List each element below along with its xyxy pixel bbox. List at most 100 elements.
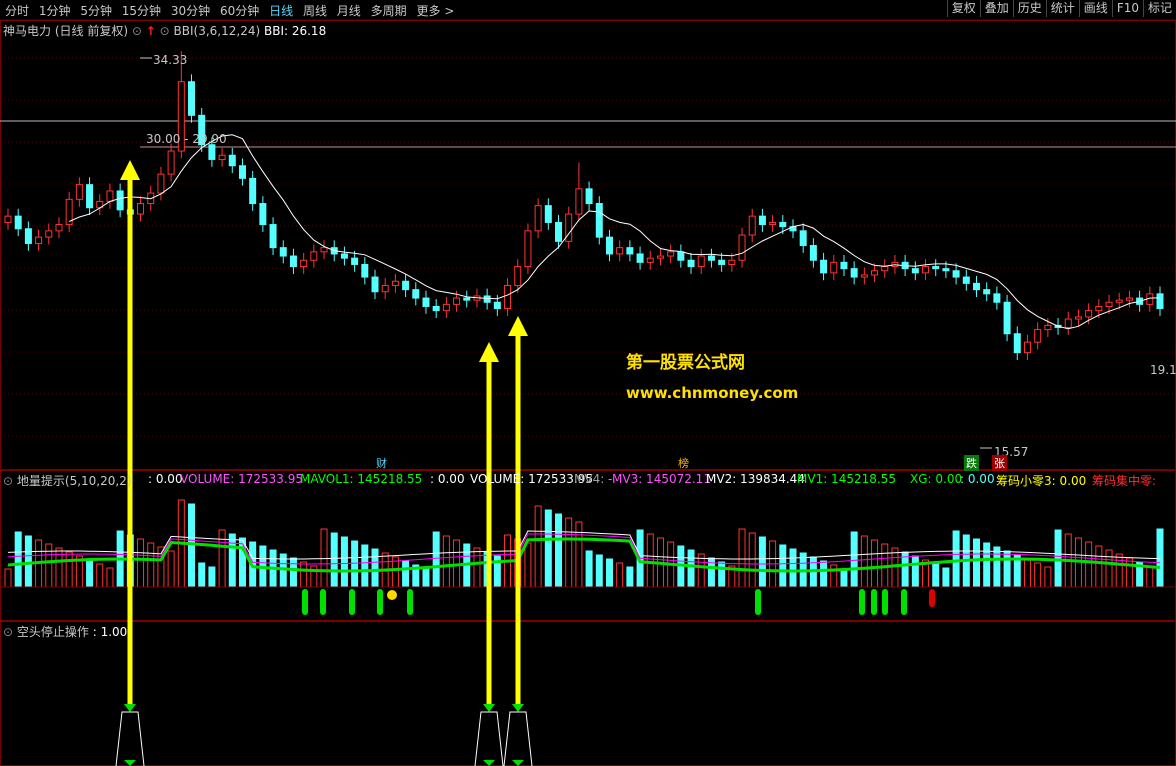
candles xyxy=(4,51,1164,361)
volume-bar xyxy=(1156,528,1164,588)
signal-stub xyxy=(377,589,383,615)
candle-body xyxy=(340,253,348,259)
volume-bar xyxy=(983,542,991,588)
candle-body xyxy=(534,205,542,232)
limit-up-tag[interactable]: 张 xyxy=(992,455,1007,471)
tab-5min[interactable]: 5分钟 xyxy=(80,4,112,18)
candle-body xyxy=(504,284,512,310)
candle-body xyxy=(463,297,471,301)
draw-button[interactable]: 画线 xyxy=(1078,0,1112,17)
volume-bar xyxy=(697,553,705,588)
candle-body xyxy=(850,268,858,278)
volume-bar xyxy=(850,531,858,588)
tab-60min[interactable]: 60分钟 xyxy=(220,4,259,18)
volume-bar xyxy=(830,564,838,588)
candle-body xyxy=(249,177,257,205)
ranking-tag[interactable]: 榜 xyxy=(676,455,691,471)
volume-bar xyxy=(1146,565,1154,588)
chart-canvas[interactable] xyxy=(0,0,1176,766)
volume-bar xyxy=(565,517,573,588)
candle-body xyxy=(769,221,777,226)
candle-body xyxy=(1034,329,1042,343)
volume-bar xyxy=(605,558,613,588)
history-button[interactable]: 历史 xyxy=(1012,0,1046,17)
candle-body xyxy=(24,228,32,244)
volume-bar xyxy=(932,563,940,588)
candle-body xyxy=(799,230,807,247)
vol-v0: : 0.00 xyxy=(148,472,183,486)
fuquan-button[interactable]: 复权 xyxy=(946,0,980,17)
volume-bar xyxy=(422,568,430,588)
volume-bar xyxy=(340,536,348,588)
vol-volume: VOLUME: 172533.95 xyxy=(180,472,303,486)
volume-bar xyxy=(1044,566,1052,588)
tab-daily[interactable]: 日线 xyxy=(269,4,293,18)
signal-settings-icon[interactable]: ⊙ xyxy=(3,625,13,639)
candle-body xyxy=(1115,299,1123,303)
vol-mv1: MV1: 145218.55 xyxy=(797,472,896,486)
candle-body xyxy=(320,247,328,253)
vol-mavol1: MAVOL1: 145218.55 xyxy=(300,472,423,486)
stats-button[interactable]: 统计 xyxy=(1045,0,1079,17)
volume-bar xyxy=(758,536,766,588)
settings-icon[interactable]: ⊙ xyxy=(132,24,142,38)
f10-button[interactable]: F10 xyxy=(1111,0,1143,17)
tab-more-label: 更多 xyxy=(416,4,441,18)
candle-body xyxy=(952,270,960,278)
tab-15min[interactable]: 15分钟 xyxy=(122,4,161,18)
volume-bar xyxy=(289,557,297,588)
volume-bar xyxy=(626,566,634,588)
candle-body xyxy=(75,184,83,200)
signal-stub xyxy=(349,589,355,615)
candle-body xyxy=(1074,316,1082,320)
volume-settings-icon[interactable]: ⊙ xyxy=(3,474,13,488)
candle-body xyxy=(830,261,838,274)
tab-30min[interactable]: 30分钟 xyxy=(171,4,210,18)
candle-body xyxy=(656,255,664,259)
signal-outline xyxy=(503,711,533,766)
candle-body xyxy=(116,190,124,211)
volume-bar xyxy=(65,551,73,588)
tab-monthly[interactable]: 月线 xyxy=(337,4,361,18)
candle-body xyxy=(269,224,277,249)
candle-body xyxy=(483,295,491,303)
finance-tag[interactable]: 财 xyxy=(374,455,389,471)
tab-1min[interactable]: 1分钟 xyxy=(39,4,71,18)
volume-bar xyxy=(45,543,53,588)
volume-bar xyxy=(402,560,410,588)
candle-body xyxy=(300,259,308,268)
signal-marker-top xyxy=(124,704,136,712)
tab-fenshi[interactable]: 分时 xyxy=(5,4,29,18)
volume-bar xyxy=(1023,558,1031,588)
tab-multi-period[interactable]: 多周期 xyxy=(371,4,407,18)
volume-bar xyxy=(198,562,206,588)
mark-button[interactable]: 标记 xyxy=(1142,0,1176,17)
volume-bar xyxy=(840,568,848,588)
candle-body xyxy=(677,251,685,261)
candle-body xyxy=(45,230,53,238)
candle-body xyxy=(1023,341,1031,354)
indicator-label: BBI(3,6,12,24) xyxy=(173,24,261,38)
limit-down-tag[interactable]: 跌 xyxy=(964,455,979,471)
chouma-xiaoling: 筹码小零3: 0.00 xyxy=(996,474,1087,488)
candle-body xyxy=(14,215,22,230)
volume-bar xyxy=(616,562,624,588)
indicator-settings-icon[interactable]: ⊙ xyxy=(160,24,170,38)
tab-more[interactable]: 更多 > xyxy=(416,4,454,18)
chouma-jizhong: 筹码集中零: xyxy=(1092,474,1157,488)
volume-bar xyxy=(1085,541,1093,588)
volume-bar xyxy=(1034,562,1042,588)
candle-body xyxy=(585,188,593,205)
tab-weekly[interactable]: 周线 xyxy=(303,4,327,18)
signal-title: 空头停止操作 xyxy=(16,625,89,639)
candle-body xyxy=(616,247,624,255)
overlay-button[interactable]: 叠加 xyxy=(979,0,1013,17)
volume-bar xyxy=(789,548,797,588)
volume-bar xyxy=(891,547,899,588)
candle-body xyxy=(932,266,940,270)
candle-body xyxy=(1125,297,1133,301)
range-label: 30.00 - 29.90 xyxy=(146,132,227,146)
candle-body xyxy=(4,215,12,223)
candle-body xyxy=(167,150,175,175)
candle-body xyxy=(228,154,236,167)
